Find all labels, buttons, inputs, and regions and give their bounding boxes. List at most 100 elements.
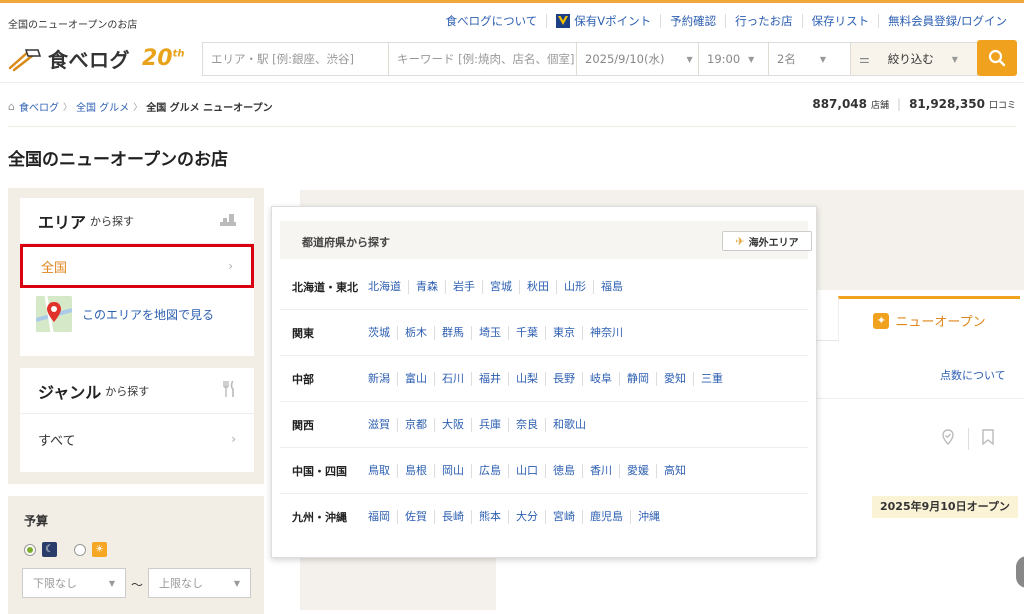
- sparkle-icon: ✦: [873, 312, 890, 329]
- reservation-link[interactable]: 予約確認: [660, 14, 725, 28]
- lunch-radio[interactable]: [74, 544, 86, 556]
- pref-link[interactable]: 山口: [508, 463, 545, 478]
- about-link-label: 食べログについて: [445, 14, 538, 28]
- pref-link[interactable]: 千葉: [508, 325, 545, 340]
- reservation-link-label: 予約確認: [670, 14, 717, 28]
- people-select[interactable]: 2名 ▼: [769, 43, 851, 75]
- chevron-down-icon: ▼: [748, 54, 755, 64]
- pref-link[interactable]: 鳥取: [368, 464, 397, 478]
- pref-link[interactable]: 静岡: [619, 371, 656, 386]
- prefecture-list: 鳥取 島根 岡山 広島 山口 徳島 香川 愛媛 高知: [368, 463, 693, 478]
- budget-min-value: 下限なし: [33, 577, 77, 590]
- time-select[interactable]: 19:00 ▼: [699, 43, 769, 75]
- pref-link[interactable]: 岡山: [434, 463, 471, 478]
- pref-link[interactable]: 岩手: [445, 279, 482, 294]
- pref-link[interactable]: 秋田: [519, 279, 556, 294]
- chevron-right-icon: 〉: [62, 103, 72, 113]
- breadcrumb: ⌂ 食べログ 〉 全国 グルメ 〉 全国 グルメ ニューオープン: [8, 99, 273, 114]
- filter-button[interactable]: ⚌ 絞り込む ▼: [851, 43, 971, 75]
- pref-link[interactable]: 宮城: [482, 279, 519, 294]
- pref-link[interactable]: 三重: [693, 371, 730, 386]
- area-heading: エリア: [38, 212, 87, 232]
- pref-link[interactable]: 長崎: [434, 510, 471, 524]
- pref-link[interactable]: 宮崎: [545, 510, 582, 524]
- pref-link[interactable]: 滋賀: [368, 418, 397, 432]
- view-area-map-link[interactable]: このエリアを地図で見る: [20, 288, 254, 340]
- pref-link[interactable]: 岐阜: [582, 371, 619, 386]
- map-pin-icon: [36, 296, 72, 332]
- pref-link[interactable]: 福島: [593, 279, 630, 294]
- dinner-radio[interactable]: [24, 544, 36, 556]
- pref-link[interactable]: 鹿児島: [582, 510, 630, 524]
- pref-link[interactable]: 東京: [545, 325, 582, 340]
- signup-login-link[interactable]: 無料会員登録/ログイン: [878, 14, 1016, 28]
- pref-link[interactable]: 和歌山: [545, 417, 593, 432]
- pref-link[interactable]: 栃木: [397, 325, 434, 340]
- store-count-unit: 店舗: [871, 101, 890, 111]
- chevron-down-icon: ▼: [951, 54, 958, 64]
- logo[interactable]: 食べログ 20th: [8, 44, 185, 73]
- area-input[interactable]: エリア・駅 [例:銀座、渋谷]: [203, 43, 389, 75]
- chevron-down-icon: ▼: [233, 578, 240, 588]
- pref-link[interactable]: 大阪: [434, 417, 471, 432]
- pref-link[interactable]: 沖縄: [630, 510, 667, 524]
- pref-link[interactable]: 富山: [397, 371, 434, 386]
- pref-link[interactable]: 香川: [582, 463, 619, 478]
- pref-link[interactable]: 京都: [397, 417, 434, 432]
- saved-list-link[interactable]: 保存リスト: [801, 14, 879, 28]
- pref-link[interactable]: 北海道: [368, 280, 408, 294]
- pref-link[interactable]: 愛媛: [619, 463, 656, 478]
- breadcrumb-home[interactable]: 食べログ: [19, 99, 59, 114]
- search-button[interactable]: [977, 40, 1017, 76]
- pref-link[interactable]: 群馬: [434, 325, 471, 340]
- overseas-area-button[interactable]: ✈ 海外エリア: [722, 231, 812, 251]
- prefecture-list: 新潟 富山 石川 福井 山梨 長野 岐阜 静岡 愛知 三重: [368, 371, 730, 386]
- tab-new-open[interactable]: ✦ ニューオープン: [838, 296, 1020, 342]
- vpoint-link[interactable]: 保有Vポイント: [546, 14, 660, 28]
- pref-link[interactable]: 茨城: [368, 326, 397, 340]
- pref-link[interactable]: 奈良: [508, 417, 545, 432]
- sidebar-search-box: エリア から探す 全国 › このエリアを地図で見る ジャンル から探す すべて …: [8, 188, 264, 484]
- pref-link[interactable]: 山梨: [508, 371, 545, 386]
- pref-link[interactable]: 石川: [434, 371, 471, 386]
- pref-link[interactable]: 広島: [471, 463, 508, 478]
- date-select[interactable]: 2025/9/10(水) ▼: [577, 43, 699, 75]
- budget-min-select[interactable]: 下限なし ▼: [22, 568, 126, 598]
- pref-link[interactable]: 青森: [408, 279, 445, 294]
- about-link[interactable]: 食べログについて: [437, 14, 547, 28]
- pref-link[interactable]: 熊本: [471, 510, 508, 524]
- area-selected-national[interactable]: 全国 ›: [20, 244, 254, 288]
- pref-link[interactable]: 佐賀: [397, 510, 434, 524]
- visited-link[interactable]: 行ったお店: [725, 14, 802, 28]
- pref-link[interactable]: 埼玉: [471, 325, 508, 340]
- pref-link[interactable]: 島根: [397, 463, 434, 478]
- pref-link[interactable]: 大分: [508, 510, 545, 524]
- scrollbar-thumb[interactable]: [1016, 556, 1024, 588]
- utility-bar: 全国のニューオープンのお店 食べログについて 保有Vポイント 予約確認 行ったお…: [0, 3, 1024, 39]
- pref-link[interactable]: 福岡: [368, 510, 397, 524]
- budget-max-select[interactable]: 上限なし ▼: [148, 568, 251, 598]
- prefecture-list: 茨城 栃木 群馬 埼玉 千葉 東京 神奈川: [368, 325, 630, 340]
- pref-link[interactable]: 神奈川: [582, 325, 630, 340]
- pref-link[interactable]: 愛知: [656, 371, 693, 386]
- anniversary-number: 20: [142, 46, 173, 71]
- pref-link[interactable]: 山形: [556, 279, 593, 294]
- pref-link[interactable]: 福井: [471, 371, 508, 386]
- pref-link[interactable]: 新潟: [368, 372, 397, 386]
- tab-new-open-label: ニューオープン: [895, 315, 986, 330]
- score-info-link[interactable]: 点数について: [940, 367, 1006, 383]
- visited-pin-icon[interactable]: [940, 429, 956, 449]
- keyword-input[interactable]: キーワード [例:焼肉、店名、個室]: [389, 43, 577, 75]
- pref-link[interactable]: 兵庫: [471, 417, 508, 432]
- vpoint-icon: [556, 14, 571, 28]
- store-count: 887,048: [812, 97, 867, 111]
- bookmark-icon[interactable]: [981, 429, 995, 449]
- breadcrumb-national[interactable]: 全国 グルメ: [76, 99, 129, 114]
- pref-link[interactable]: 高知: [656, 463, 693, 478]
- genre-card: ジャンル から探す すべて ›: [20, 368, 254, 472]
- genre-selected-all[interactable]: すべて ›: [20, 414, 254, 464]
- chevron-right-icon: ›: [228, 259, 233, 273]
- pref-link[interactable]: 長野: [545, 371, 582, 386]
- pref-link[interactable]: 徳島: [545, 463, 582, 478]
- breadcrumb-current: 全国 グルメ ニューオープン: [146, 103, 273, 114]
